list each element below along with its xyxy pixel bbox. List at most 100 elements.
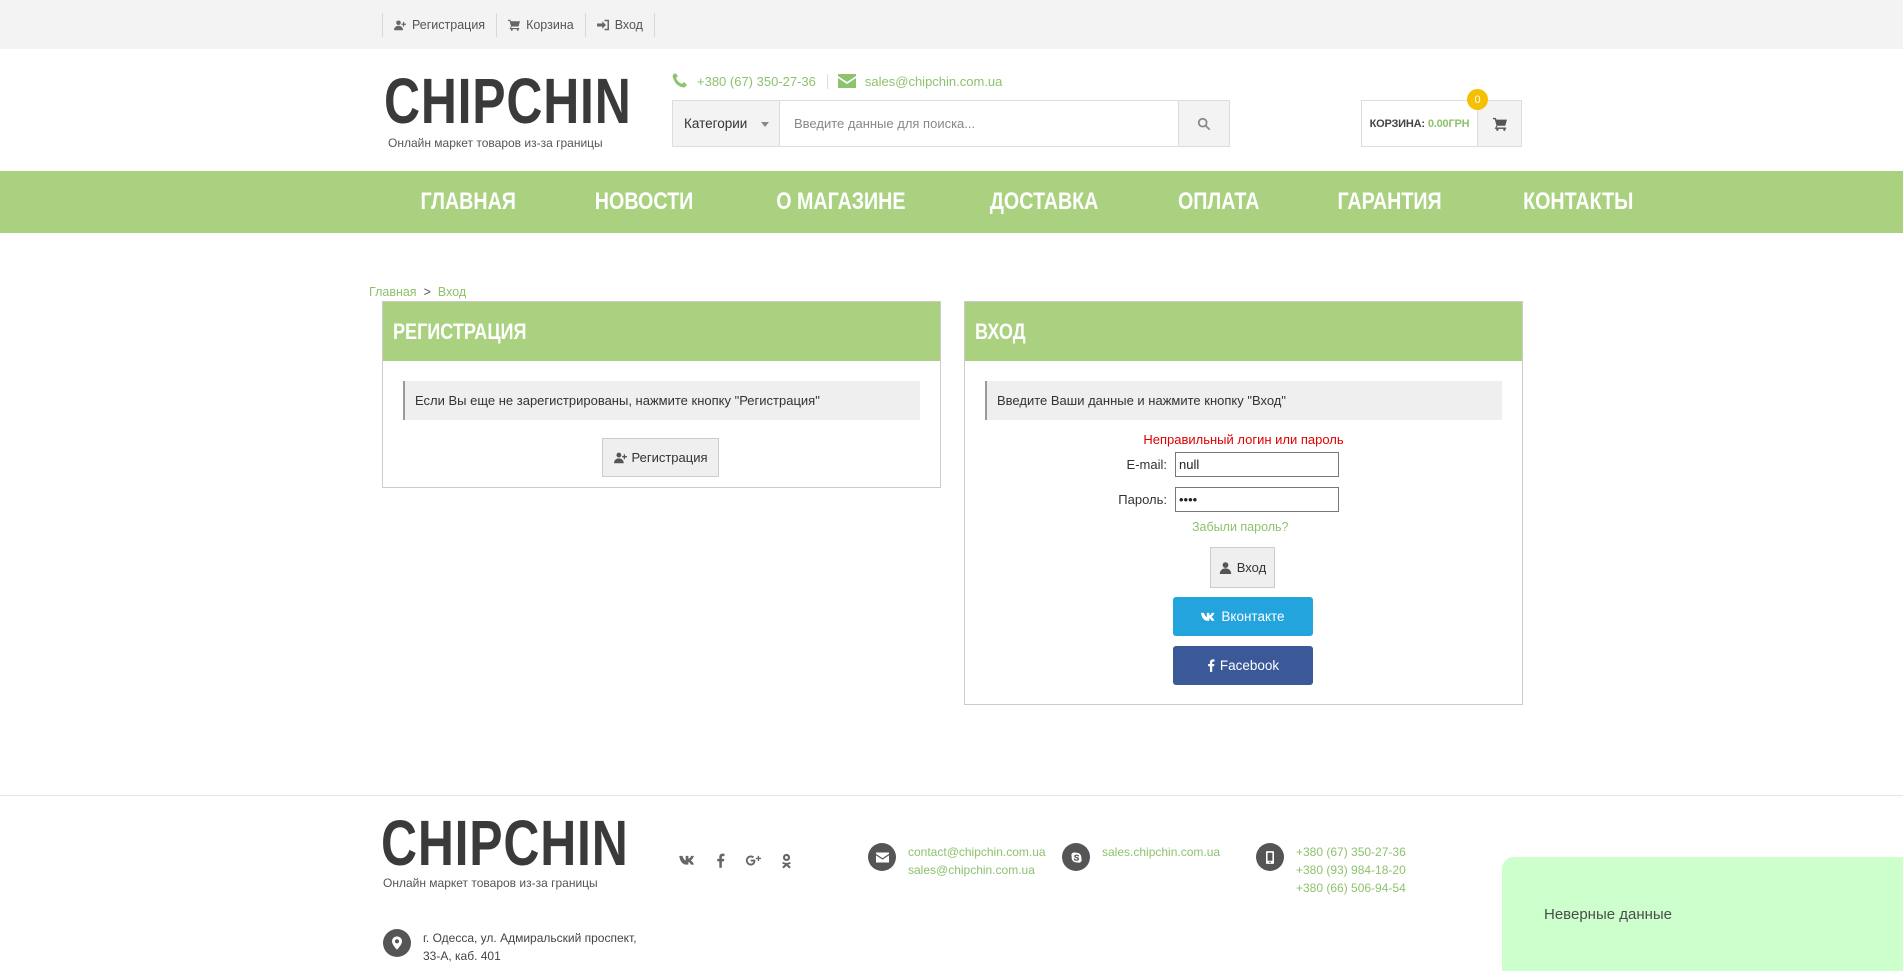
nav-item-label: НОВОСТИ	[595, 188, 694, 215]
footer-email-list: contact@chipchin.com.ua sales@chipchin.c…	[908, 843, 1046, 879]
logo-tagline: Онлайн маркет товаров из-за границы	[388, 136, 603, 150]
footer-skype-link[interactable]: sales.chipchin.com.ua	[1102, 845, 1220, 859]
odnoklassniki-icon[interactable]	[777, 851, 796, 870]
register-button[interactable]: Регистрация	[602, 438, 719, 477]
top-links: Регистрация Корзина Вход	[382, 13, 655, 37]
login-submit-label: Вход	[1236, 560, 1267, 575]
nav-item-home[interactable]: ГЛАВНАЯ	[381, 171, 555, 233]
mobile-phone-icon	[1256, 843, 1284, 871]
category-select[interactable]: Категории	[673, 101, 780, 146]
header-email[interactable]: sales@chipchin.com.ua	[826, 73, 1013, 89]
search-input[interactable]	[780, 101, 1178, 146]
nav-item-payment[interactable]: ОПЛАТА	[1140, 171, 1297, 233]
footer-phone: +380 (66) 506-94-54	[1296, 881, 1406, 895]
email-row: E-mail:	[1107, 452, 1339, 477]
header-contacts: +380 (67) 350-27-36 sales@chipchin.com.u…	[672, 70, 1013, 92]
login-panel-header: ВХОД	[965, 302, 1522, 361]
nav-item-contacts[interactable]: КОНТАКТЫ	[1482, 171, 1675, 233]
footer-social-links	[678, 851, 796, 870]
register-panel-header: РЕГИСТРАЦИЯ	[383, 302, 940, 361]
nav-item-warranty[interactable]: ГАРАНТИЯ	[1297, 171, 1482, 233]
sign-in-icon	[596, 19, 609, 31]
envelope-icon	[837, 74, 856, 88]
footer-phone-list: +380 (67) 350-27-36 +380 (93) 984-18-20 …	[1296, 843, 1406, 897]
top-link-cart-label: Корзина	[526, 18, 574, 32]
register-panel-title: РЕГИСТРАЦИЯ	[393, 318, 527, 344]
nav-item-delivery[interactable]: ДОСТАВКА	[949, 171, 1139, 233]
email-label: E-mail:	[1126, 457, 1167, 472]
facebook-icon	[1207, 659, 1215, 672]
password-field[interactable]	[1175, 487, 1339, 512]
toast-message: Неверные данные	[1544, 905, 1673, 923]
vk-login-button[interactable]: Вконтакте	[1173, 597, 1313, 636]
footer-logo[interactable]: CHIPCHIN Онлайн маркет товаров из-за гра…	[381, 810, 698, 890]
phone-icon	[672, 73, 687, 88]
top-link-login[interactable]: Вход	[584, 13, 655, 37]
cart-count-badge: 0	[1467, 89, 1488, 110]
facebook-icon[interactable]	[711, 851, 730, 870]
footer-phones: +380 (67) 350-27-36 +380 (93) 984-18-20 …	[1256, 843, 1406, 897]
email-field[interactable]	[1175, 452, 1339, 477]
top-link-login-label: Вход	[614, 18, 643, 32]
footer-email-contact[interactable]: contact@chipchin.com.ua	[908, 845, 1046, 859]
category-select-label: Категории	[684, 116, 748, 131]
login-panel-title: ВХОД	[975, 318, 1026, 344]
nav-item-label: ГЛАВНАЯ	[420, 188, 516, 215]
user-plus-icon	[394, 20, 406, 31]
nav-item-label: КОНТАКТЫ	[1523, 188, 1634, 215]
top-link-cart[interactable]: Корзина	[496, 13, 585, 37]
skype-icon	[1062, 843, 1090, 871]
header-phone: +380 (67) 350-27-36	[672, 73, 827, 89]
login-submit-button[interactable]: Вход	[1210, 547, 1275, 588]
header-email-text: sales@chipchin.com.ua	[864, 73, 1003, 89]
footer-logo-wordmark: CHIPCHIN	[381, 807, 629, 879]
top-bar: Регистрация Корзина Вход	[0, 0, 1903, 49]
site-logo[interactable]: CHIPCHIN Онлайн маркет товаров из-за гра…	[384, 68, 631, 150]
register-panel: РЕГИСТРАЦИЯ Если Вы еще не зарегистриров…	[382, 301, 941, 488]
login-note: Введите Ваши данные и нажмите кнопку "Вх…	[985, 381, 1502, 420]
search-button[interactable]	[1178, 101, 1229, 146]
nav-item-news[interactable]: НОВОСТИ	[555, 171, 733, 233]
top-link-register[interactable]: Регистрация	[382, 13, 496, 37]
nav-item-label: О МАГАЗИНЕ	[776, 188, 907, 215]
cart-icon	[1492, 117, 1507, 131]
header-cart[interactable]: КОРЗИНА: 0.00ГРН 0	[1361, 89, 1522, 147]
chevron-down-icon	[761, 122, 769, 127]
facebook-login-label: Facebook	[1219, 658, 1280, 673]
facebook-login-button[interactable]: Facebook	[1173, 646, 1313, 685]
footer-email-sales[interactable]: sales@chipchin.com.ua	[908, 863, 1035, 877]
cart-label: КОРЗИНА:	[1369, 117, 1425, 130]
google-plus-icon[interactable]	[744, 851, 763, 870]
footer-skype: sales.chipchin.com.ua	[1062, 843, 1220, 871]
notification-toast[interactable]: Неверные данные	[1502, 857, 1903, 971]
footer-emails: contact@chipchin.com.ua sales@chipchin.c…	[868, 843, 1046, 879]
user-plus-icon	[613, 452, 627, 464]
footer-phone: +380 (67) 350-27-36	[1296, 845, 1406, 859]
login-error-message: Неправильный логин или пароль	[1143, 432, 1344, 447]
footer-address-line: 33-А, каб. 401	[423, 949, 501, 963]
login-panel: ВХОД Введите Ваши данные и нажмите кнопк…	[964, 301, 1523, 705]
nav-item-about[interactable]: О МАГАЗИНЕ	[733, 171, 949, 233]
cart-icon	[508, 19, 521, 31]
footer-skype-text: sales.chipchin.com.ua	[1102, 843, 1220, 861]
user-icon	[1219, 562, 1231, 574]
envelope-icon	[868, 843, 896, 871]
breadcrumb-current[interactable]: Вход	[438, 285, 466, 299]
vk-login-label: Вконтакте	[1221, 609, 1285, 624]
footer-address: г. Одесса, ул. Адмиральский проспект, 33…	[383, 929, 637, 965]
breadcrumb-home[interactable]: Главная	[369, 285, 417, 299]
forgot-password-link[interactable]: Забыли пароль?	[1192, 520, 1289, 534]
header-phone-text: +380 (67) 350-27-36	[697, 73, 816, 89]
nav-item-label: ОПЛАТА	[1177, 188, 1259, 215]
register-note: Если Вы еще не зарегистрированы, нажмите…	[403, 381, 920, 420]
vk-icon[interactable]	[678, 851, 697, 870]
breadcrumb-separator: >	[423, 285, 431, 299]
top-link-register-label: Регистрация	[412, 18, 486, 32]
main-nav: ГЛАВНАЯ НОВОСТИ О МАГАЗИНЕ ДОСТАВКА ОПЛА…	[0, 171, 1903, 233]
search-bar: Категории	[672, 100, 1230, 147]
footer-address-line: г. Одесса, ул. Адмиральский проспект,	[423, 931, 637, 945]
breadcrumb: Главная > Вход	[369, 285, 466, 299]
cart-amount: 0.00ГРН	[1427, 117, 1470, 130]
password-label: Пароль:	[1118, 492, 1167, 507]
vk-icon	[1201, 612, 1215, 621]
